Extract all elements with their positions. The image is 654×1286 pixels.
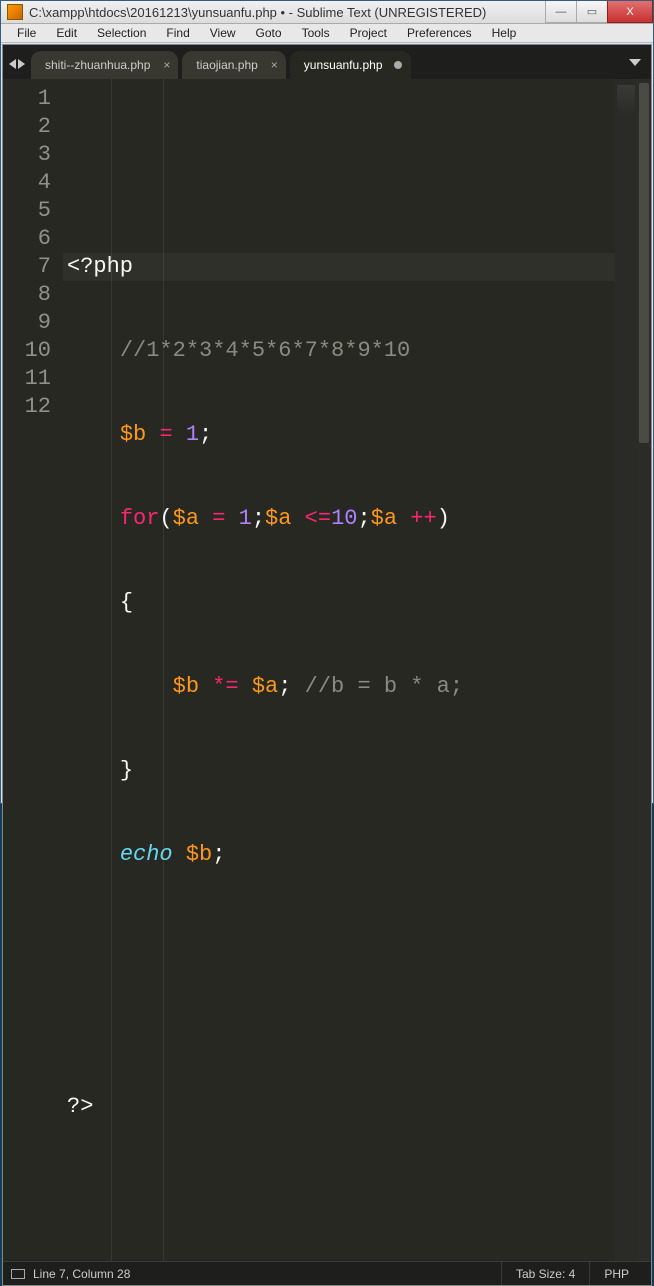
line-number[interactable]: 12 [3,393,51,421]
line-number[interactable]: 4 [3,169,51,197]
line-number[interactable]: 3 [3,141,51,169]
window-title: C:\xampp\htdocs\20161213\yunsuanfu.php •… [29,5,546,20]
panel-switcher-icon[interactable] [11,1269,25,1279]
line-number[interactable]: 6 [3,225,51,253]
comment: //1*2*3*4*5*6*7*8*9*10 [120,338,410,363]
dirty-indicator-icon [394,61,402,69]
comment: //b = b * a; [305,674,463,699]
brace-close: } [120,758,133,783]
app-window: C:\xampp\htdocs\20161213\yunsuanfu.php •… [0,0,654,804]
menu-help[interactable]: Help [482,24,527,42]
tab-overflow-icon[interactable] [629,59,641,66]
menu-tools[interactable]: Tools [292,24,340,42]
menu-project[interactable]: Project [340,24,397,42]
line-number[interactable]: 8 [3,281,51,309]
menu-preferences[interactable]: Preferences [397,24,482,42]
brace-open: { [120,590,133,615]
minimap-content [617,85,635,115]
keyword-echo: echo [120,842,173,867]
menu-selection[interactable]: Selection [87,24,156,42]
variable: $b [173,674,199,699]
variable: $a [265,506,291,531]
title-bar[interactable]: C:\xampp\htdocs\20161213\yunsuanfu.php •… [1,1,653,24]
cursor-position[interactable]: Line 7, Column 28 [33,1267,130,1281]
status-bar: Line 7, Column 28 Tab Size: 4 PHP [3,1261,651,1285]
php-open-tag: <?php [67,254,133,279]
line-number[interactable]: 5 [3,197,51,225]
line-number[interactable]: 11 [3,365,51,393]
tab-yunsuanfu[interactable]: yunsuanfu.php [290,51,411,79]
keyword-for: for [120,506,160,531]
tab-label: shiti--zhuanhua.php [45,58,150,72]
code-area[interactable]: <?php //1*2*3*4*5*6*7*8*9*10 $b = 1; for… [63,79,615,1261]
tab-nav [9,55,31,69]
php-close-tag: ?> [67,1094,93,1119]
variable: $b [186,842,212,867]
window-controls: — ▭ X [546,1,653,23]
minimize-button[interactable]: — [545,1,577,23]
tab-tiaojian[interactable]: tiaojian.php × [182,51,285,79]
scrollbar-thumb[interactable] [639,83,649,443]
tab-size[interactable]: Tab Size: 4 [501,1262,589,1285]
line-gutter[interactable]: 123456789101112 [3,79,63,1261]
number: 1 [186,422,199,447]
tab-prev-icon[interactable] [9,59,16,69]
tab-shiti[interactable]: shiti--zhuanhua.php × [31,51,178,79]
menu-goto[interactable]: Goto [246,24,292,42]
menu-file[interactable]: File [7,24,46,42]
line-number[interactable]: 7 [3,253,51,281]
close-icon[interactable]: × [163,58,170,72]
menu-edit[interactable]: Edit [46,24,87,42]
tab-label: tiaojian.php [196,58,257,72]
vertical-scrollbar[interactable] [637,79,651,1261]
syntax-mode[interactable]: PHP [589,1262,643,1285]
app-icon [7,4,23,20]
editor-frame: shiti--zhuanhua.php × tiaojian.php × yun… [2,44,652,1286]
variable: $b [120,422,146,447]
maximize-button[interactable]: ▭ [576,1,608,23]
line-number[interactable]: 1 [3,85,51,113]
line-number[interactable]: 9 [3,309,51,337]
line-number[interactable]: 2 [3,113,51,141]
variable: $a [371,506,397,531]
tab-bar: shiti--zhuanhua.php × tiaojian.php × yun… [3,45,651,79]
editor-body: 123456789101112 <?php //1*2*3*4*5*6*7*8*… [3,79,651,1261]
menu-find[interactable]: Find [156,24,199,42]
close-icon[interactable]: × [271,58,278,72]
semicolon: ; [199,422,212,447]
operator: = [159,422,172,447]
menu-view[interactable]: View [200,24,246,42]
minimap[interactable] [615,79,637,1261]
operator: *= [212,674,238,699]
tab-next-icon[interactable] [18,59,25,69]
variable: $a [173,506,199,531]
menu-bar: File Edit Selection Find View Goto Tools… [1,24,653,43]
tab-label: yunsuanfu.php [304,58,383,72]
close-button[interactable]: X [607,1,653,23]
line-number[interactable]: 10 [3,337,51,365]
variable: $a [252,674,278,699]
